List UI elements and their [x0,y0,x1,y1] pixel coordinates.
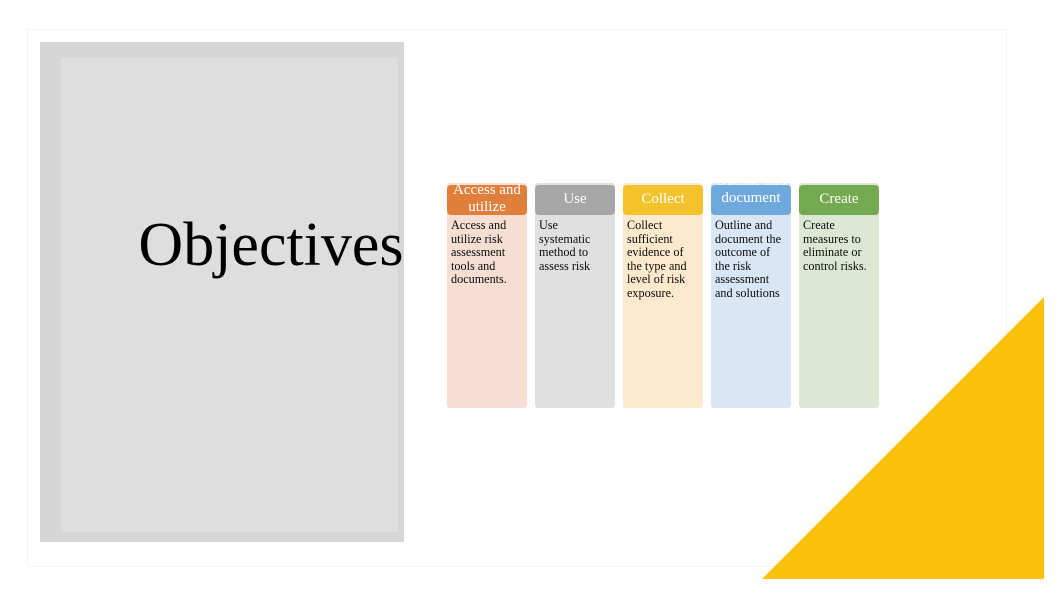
objectives-card-list: Access and utilize Access and utilize ri… [447,173,891,408]
page-title: Objectives [138,211,404,279]
objective-card-description: Use systematic method to assess risk [539,218,591,273]
objective-card-header: Use [535,185,615,215]
objective-card-title: Collect [641,190,685,207]
objective-card-description: Access and utilize risk assessment tools… [451,218,507,286]
title-panel: Objectives [28,30,404,542]
objective-card-header: Collect [623,185,703,215]
objective-card-header: Create [799,185,879,215]
objective-card[interactable]: Access and utilize Access and utilize ri… [447,182,527,408]
objective-card[interactable]: Collect Collect sufficient evidence of t… [623,183,703,408]
objective-card[interactable]: Use Use systematic method to assess risk [535,183,615,408]
slide-canvas: Objectives Access and utilize Access and… [0,0,1062,597]
objective-card-description: Collect sufficient evidence of the type … [627,218,687,300]
objective-card-header: Access and utilize [447,182,527,215]
objective-card[interactable]: Create Create measures to eliminate or c… [799,183,879,408]
objective-card-description: Create measures to eliminate or control … [803,218,867,273]
objective-card-header: Outline and document [711,173,791,215]
objective-card-title: Use [563,190,587,207]
objective-card[interactable]: Outline and document Outline and documen… [711,173,791,408]
title-panel-inner: Objectives [61,58,404,532]
objective-card-body [799,183,879,408]
objective-card-title: Access and utilize [453,182,521,215]
objective-card-title: Outline and document [715,173,787,206]
objective-card-body [447,183,527,408]
objective-card-description: Outline and document the outcome of the … [715,218,781,300]
objective-card-body [535,183,615,408]
objective-card-title: Create [819,190,859,207]
